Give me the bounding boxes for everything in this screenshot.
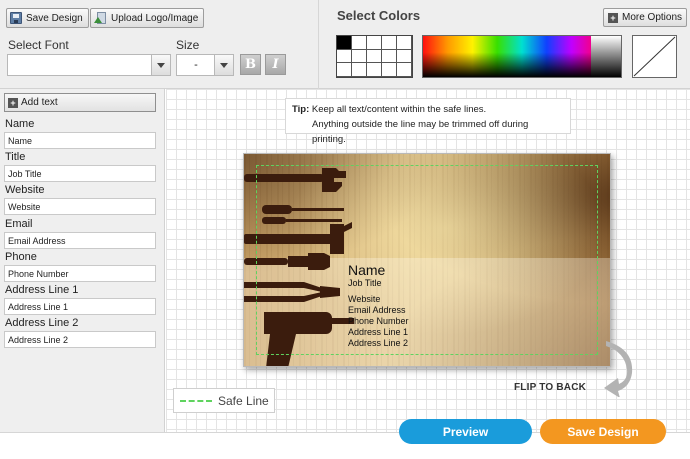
size-label: Size <box>176 38 200 52</box>
title-field[interactable]: Job Title <box>4 165 156 182</box>
card-name-text[interactable]: Name <box>348 262 385 278</box>
size-select[interactable]: - <box>176 54 234 76</box>
swatch[interactable] <box>367 63 382 77</box>
swatch[interactable] <box>352 49 367 64</box>
swatch[interactable] <box>382 36 397 50</box>
no-color-slash-icon <box>633 36 676 77</box>
size-select-arrow[interactable] <box>214 55 233 75</box>
address1-field-label: Address Line 1 <box>5 284 79 296</box>
color-spectrum-picker[interactable] <box>422 35 622 78</box>
title-field-label: Title <box>5 151 26 163</box>
business-card-front[interactable]: Name Job Title Website Email Address Pho… <box>243 153 611 367</box>
card-address1-text[interactable]: Address Line 1 <box>348 327 408 337</box>
swatch[interactable] <box>382 63 397 77</box>
email-field[interactable]: Email Address <box>4 232 156 249</box>
swatch[interactable] <box>352 36 367 50</box>
more-options-button[interactable]: + More Options <box>603 8 688 27</box>
swatch[interactable] <box>397 36 412 50</box>
flip-to-back-label: FLIP TO BACK <box>514 382 587 393</box>
card-phone-text[interactable]: Phone Number <box>348 316 409 326</box>
upload-image-icon <box>94 11 107 25</box>
card-title-text[interactable]: Job Title <box>348 278 382 288</box>
tip-line-1: Keep all text/content within the safe li… <box>311 104 487 115</box>
save-design-top-label: Save Design <box>26 12 83 24</box>
card-email-text[interactable]: Email Address <box>348 305 406 315</box>
tip-box: Tip: Keep all text/content within the sa… <box>285 98 571 145</box>
card-address2-text[interactable]: Address Line 2 <box>348 338 408 348</box>
swatch[interactable] <box>397 49 412 64</box>
top-toolbar: Save Design Upload Logo/Image Select Fon… <box>0 0 690 89</box>
swatch[interactable] <box>337 49 352 64</box>
select-colors-heading: Select Colors <box>337 8 421 23</box>
design-canvas: Tip: Keep all text/content within the sa… <box>166 89 690 432</box>
save-design-top-button[interactable]: Save Design <box>6 8 89 28</box>
safe-line-legend: Safe Line <box>173 388 275 413</box>
swatch[interactable] <box>337 63 352 77</box>
greyscale-strip[interactable] <box>591 36 621 77</box>
flip-to-back-button[interactable]: FLIP TO BACK <box>514 341 644 397</box>
no-color-swatch[interactable] <box>632 35 677 78</box>
phone-field-label: Phone <box>5 251 37 263</box>
plus-icon: + <box>8 97 18 108</box>
preview-button[interactable]: Preview <box>399 419 532 444</box>
font-select[interactable] <box>7 54 171 76</box>
add-text-label: Add text <box>21 97 58 108</box>
save-disk-icon <box>10 12 22 24</box>
website-field[interactable]: Website <box>4 198 156 215</box>
safe-line-legend-label: Safe Line <box>218 393 269 408</box>
size-select-value: - <box>194 59 198 71</box>
swatch[interactable] <box>367 49 382 64</box>
phone-field[interactable]: Phone Number <box>4 265 156 282</box>
name-field-label: Name <box>5 118 35 130</box>
website-field-label: Website <box>5 184 45 196</box>
address2-field[interactable]: Address Line 2 <box>4 331 156 348</box>
text-format-panel: Save Design Upload Logo/Image Select Fon… <box>0 0 319 89</box>
italic-button[interactable]: I <box>265 54 286 75</box>
swatch[interactable] <box>367 36 382 50</box>
tip-line-2: Anything outside the line may be trimmed… <box>312 119 529 145</box>
upload-logo-button[interactable]: Upload Logo/Image <box>90 8 205 28</box>
select-font-label: Select Font <box>8 38 69 52</box>
swatch[interactable] <box>382 49 397 64</box>
swatch[interactable] <box>397 63 412 77</box>
swatch[interactable] <box>352 63 367 77</box>
font-select-arrow[interactable] <box>151 55 170 75</box>
save-design-button[interactable]: Save Design <box>540 419 666 444</box>
bold-button[interactable]: B <box>240 54 261 75</box>
card-website-text[interactable]: Website <box>348 294 380 304</box>
swatch-black[interactable] <box>337 36 352 50</box>
more-options-label: More Options <box>622 12 683 23</box>
chevron-down-icon <box>220 62 228 68</box>
address2-field-label: Address Line 2 <box>5 317 79 329</box>
text-fields-sidebar: + Add text Name Name Title Job Title Web… <box>0 89 165 432</box>
plus-icon: + <box>608 12 618 23</box>
name-field[interactable]: Name <box>4 132 156 149</box>
email-field-label: Email <box>5 218 33 230</box>
add-text-button[interactable]: + Add text <box>4 93 156 112</box>
tip-prefix: Tip: <box>292 104 310 115</box>
chevron-down-icon <box>157 62 165 68</box>
color-swatch-grid[interactable] <box>336 35 413 78</box>
address1-field[interactable]: Address Line 1 <box>4 298 156 315</box>
upload-logo-label: Upload Logo/Image <box>111 12 199 24</box>
safe-line-dash-icon <box>180 399 212 402</box>
safe-line-guide <box>256 165 598 355</box>
